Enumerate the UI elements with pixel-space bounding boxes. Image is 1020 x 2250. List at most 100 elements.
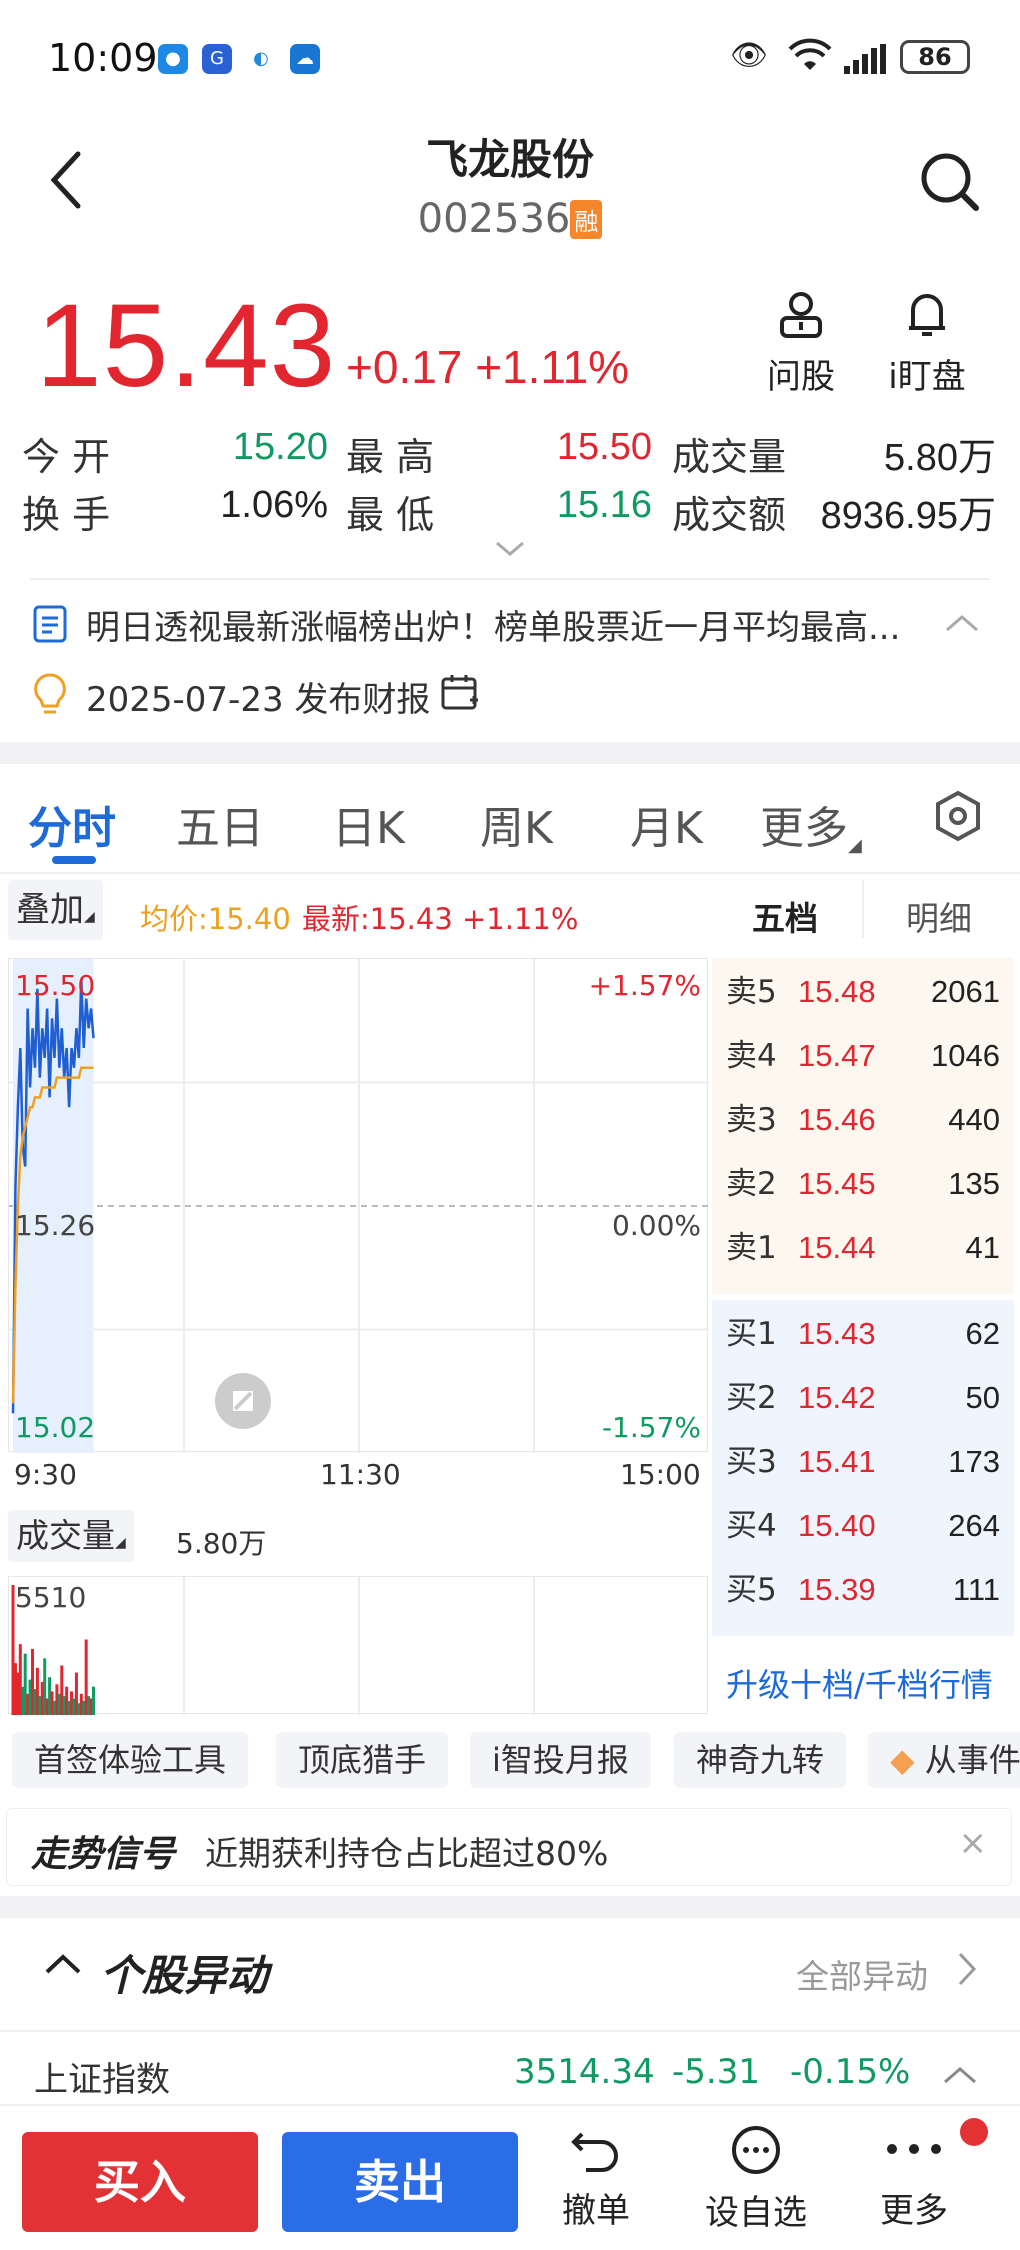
order-level: 买2 — [726, 1380, 777, 1416]
tab-more-label: 更多 — [760, 803, 848, 854]
eye-icon: 👁 — [730, 38, 769, 73]
stat-label: 最 低 — [346, 493, 435, 537]
stat-label: 换 手 — [22, 493, 111, 537]
upgrade-level2-link[interactable]: 升级十档/千档行情 — [726, 1660, 993, 1706]
status-bar: 10:09 ● G ◐ ☁ 👁 86 — [0, 0, 1020, 118]
collapse-chevron-icon[interactable] — [944, 612, 980, 638]
buy-row-4: 买4 15.40 264 — [712, 1494, 1014, 1558]
intraday-chart[interactable]: 15.50 15.26 15.02 +1.57% 0.00% -1.57% — [8, 958, 709, 1453]
volume-label: 成交量 — [16, 1516, 115, 1555]
weather-app-icon: ☁ — [290, 44, 320, 74]
tab-daily-k[interactable]: 日K — [332, 792, 405, 856]
buy-orders: 买1 15.43 62 买2 15.42 50 买3 15.41 173 买4 15.40 26… — [712, 1300, 1014, 1636]
y-pct-zero: 0.00% — [612, 1209, 701, 1242]
order-level: 卖1 — [726, 1230, 777, 1266]
volume-chart[interactable]: 5510 — [8, 1576, 708, 1715]
sell-button[interactable]: 卖出 — [282, 2132, 518, 2232]
buy-button[interactable]: 买入 — [22, 2132, 258, 2232]
index-change: -5.31 — [672, 2052, 760, 2092]
tab-more[interactable]: 更多◢ — [760, 792, 862, 856]
divider — [862, 880, 864, 938]
change-value: +0.17 — [346, 341, 463, 393]
volume-chart-svg — [11, 1577, 535, 1715]
order-level: 卖4 — [726, 1038, 777, 1074]
order-level: 买4 — [726, 1508, 777, 1544]
order-volume: 264 — [948, 1508, 1000, 1543]
document-icon — [32, 604, 68, 648]
y-label-high: 15.50 — [15, 969, 96, 1002]
chevron-right-icon[interactable] — [956, 1950, 978, 1992]
close-icon[interactable]: × — [959, 1823, 988, 1863]
watch-button[interactable]: i盯盘 — [872, 290, 982, 398]
add-watchlist-button[interactable]: 设自选 — [696, 2124, 816, 2234]
index-value: 3514.34 — [514, 2052, 655, 2092]
tab-monthly-k[interactable]: 月K — [630, 792, 703, 856]
overlay-dropdown[interactable]: 叠加◢ — [8, 880, 103, 940]
tab-weekly-k[interactable]: 周K — [480, 792, 553, 856]
add-watchlist-label: 设自选 — [705, 2193, 807, 2233]
tab-detail[interactable]: 明细 — [906, 892, 972, 940]
x-label-close: 15:00 — [620, 1458, 701, 1491]
cancel-order-button[interactable]: 撤单 — [536, 2124, 656, 2232]
tool-tag[interactable]: 顶底猎手 — [276, 1732, 449, 1788]
settings-hexagon-icon[interactable] — [932, 790, 984, 846]
stock-code-text: 002536 — [417, 196, 571, 242]
tab-intraday[interactable]: 分时 — [28, 792, 116, 856]
order-volume: 62 — [965, 1316, 1000, 1351]
calendar-icon[interactable] — [440, 672, 480, 716]
order-price: 15.44 — [798, 1230, 876, 1265]
order-volume: 1046 — [931, 1038, 1000, 1073]
signal-title: 走势信号 — [31, 1834, 176, 1875]
order-price: 15.43 — [798, 1316, 876, 1351]
tool-tag[interactable]: 神奇九转 — [674, 1732, 847, 1788]
buy-row-3: 买3 15.41 173 — [712, 1430, 1014, 1494]
section-divider — [0, 742, 1020, 764]
cancel-order-label: 撤单 — [562, 2191, 630, 2231]
expand-chevron-icon[interactable] — [942, 2064, 978, 2090]
tab-order-book[interactable]: 五档 — [752, 892, 818, 940]
dropdown-triangle-icon: ◢ — [84, 909, 95, 925]
sell-row-2: 卖2 15.45 135 — [712, 1152, 1014, 1216]
price-chart-svg — [9, 959, 709, 1453]
news-headline[interactable]: 明日透视最新涨幅榜出炉！榜单股票近一月平均最高... — [86, 600, 936, 649]
y-pct-high: +1.57% — [588, 969, 701, 1002]
tool-tag[interactable]: i智投月报 — [470, 1732, 651, 1788]
stat-value: 1.06% — [220, 484, 328, 526]
draw-tool-icon[interactable] — [215, 1373, 271, 1429]
order-volume: 2061 — [931, 974, 1000, 1009]
volume-max-label: 5510 — [15, 1581, 87, 1614]
index-name: 上证指数 — [34, 2060, 170, 2100]
order-volume: 173 — [948, 1444, 1000, 1479]
tool-tag[interactable]: ◆ 从事件 — [868, 1732, 1020, 1788]
stock-app-icon: G — [202, 44, 232, 74]
chat-bubble-icon — [696, 2124, 816, 2185]
order-level: 卖5 — [726, 974, 777, 1010]
ask-stock-button[interactable]: 问股 — [746, 290, 856, 398]
buy-row-2: 买2 15.42 50 — [712, 1366, 1014, 1430]
order-volume: 111 — [952, 1572, 1000, 1607]
undo-icon — [536, 2124, 656, 2183]
order-price: 15.46 — [798, 1102, 876, 1137]
tool-tag[interactable]: 首签体验工具 — [12, 1732, 249, 1788]
dropdown-triangle-icon: ◢ — [115, 1535, 126, 1551]
all-movements-link[interactable]: 全部异动 — [796, 1950, 928, 1998]
chat-app-icon: ● — [158, 44, 188, 74]
order-price: 15.42 — [798, 1380, 876, 1415]
stat-label: 最 高 — [346, 435, 435, 479]
buy-row-1: 买1 15.43 62 — [712, 1302, 1014, 1366]
signal-icon — [844, 44, 888, 82]
search-icon[interactable] — [918, 150, 982, 218]
order-volume: 440 — [948, 1102, 1000, 1137]
more-label: 更多 — [880, 2191, 948, 2231]
volume-dropdown[interactable]: 成交量◢ — [8, 1510, 134, 1562]
expand-chevron-icon[interactable] — [494, 540, 526, 562]
sell-row-1: 卖1 15.44 41 — [712, 1216, 1014, 1280]
overlay-label: 叠加 — [16, 890, 84, 930]
margin-badge: 融 — [570, 200, 603, 239]
more-button[interactable]: 更多 — [854, 2124, 974, 2232]
order-price: 15.41 — [798, 1444, 876, 1479]
tab-five-day[interactable]: 五日 — [176, 792, 264, 856]
collapse-chevron-icon[interactable] — [44, 1952, 82, 1980]
order-price: 15.48 — [798, 974, 876, 1009]
trend-signal-banner[interactable]: 走势信号 近期获利持仓占比超过80% × — [6, 1808, 1012, 1886]
